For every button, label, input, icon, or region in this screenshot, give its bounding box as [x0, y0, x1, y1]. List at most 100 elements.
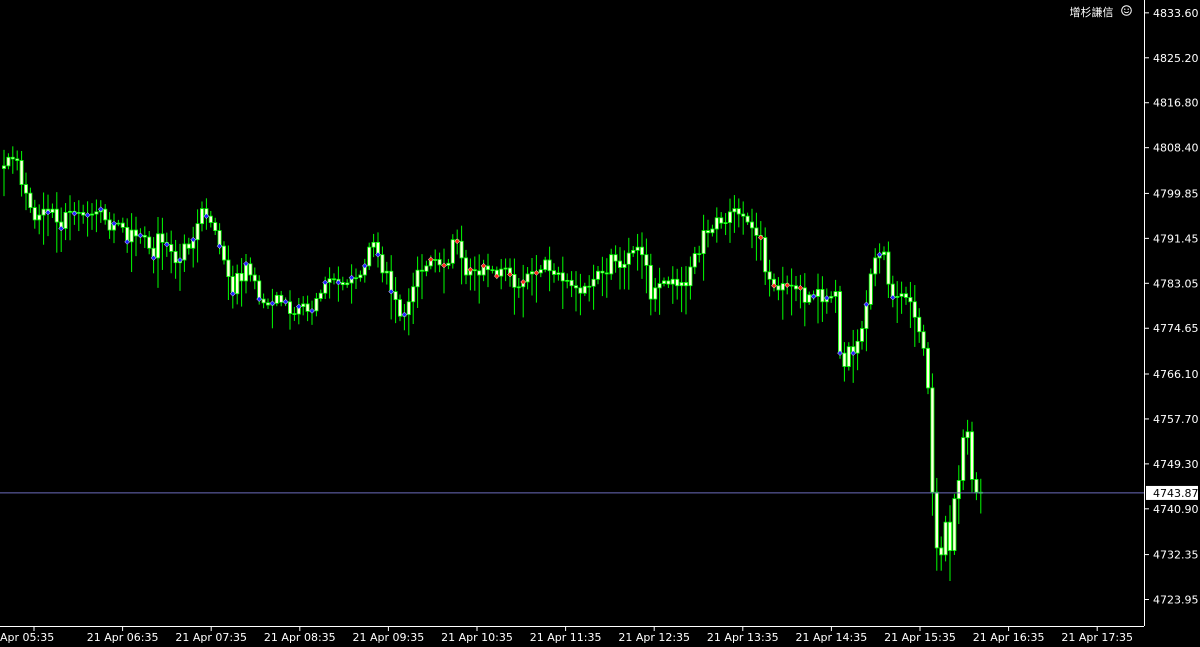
candle-body	[657, 283, 662, 289]
candle-body	[864, 304, 869, 329]
candle-body	[776, 285, 781, 291]
price-tick-label: 4757.70	[1153, 413, 1199, 426]
candle-body	[675, 278, 680, 287]
candle-body	[512, 274, 517, 288]
candle-body	[596, 270, 601, 280]
candle-body	[6, 156, 11, 167]
price-tick-label: 4723.95	[1153, 594, 1199, 607]
candle-body	[692, 253, 697, 268]
candle-body	[19, 160, 24, 185]
candle-body	[10, 156, 15, 160]
candle-body	[873, 257, 878, 275]
candle-body	[393, 291, 398, 301]
candle-body	[895, 296, 900, 298]
price-tick-label: 4740.90	[1153, 503, 1199, 516]
candle-body	[648, 264, 653, 300]
candle-body	[424, 265, 429, 272]
candle-body	[419, 269, 424, 272]
candle-body	[670, 278, 675, 285]
candle-body	[912, 301, 917, 318]
candle-body	[248, 263, 253, 276]
candle-body	[477, 270, 482, 276]
candle-body	[569, 279, 574, 287]
candle-body	[208, 215, 213, 223]
candle-body	[371, 241, 376, 248]
candle-body	[415, 269, 420, 288]
candle-body	[28, 192, 33, 208]
candle-body	[710, 228, 715, 234]
candle-body	[213, 222, 218, 232]
candle-body	[917, 316, 922, 333]
time-tick-label: 21 Apr 07:35	[175, 631, 247, 644]
candle-body	[463, 257, 468, 276]
candle-body	[943, 521, 948, 556]
signal-marker	[797, 284, 804, 291]
candle-body	[934, 491, 939, 549]
candle-body	[2, 165, 7, 169]
candle-body	[886, 251, 891, 285]
candle-body	[613, 254, 618, 262]
candle-body	[41, 208, 46, 216]
candle-body	[503, 267, 508, 270]
candle-body	[970, 431, 975, 480]
candle-body	[340, 282, 345, 286]
candle-body	[182, 243, 187, 261]
candle-body	[226, 259, 231, 278]
candle-body	[556, 272, 561, 275]
candle-body	[147, 236, 152, 249]
candle-body	[582, 285, 587, 294]
signal-marker	[137, 232, 144, 239]
candle-body	[719, 217, 724, 224]
candle-body	[367, 246, 372, 267]
candle-body	[397, 299, 402, 317]
candle-body	[433, 259, 438, 261]
candle-body	[530, 271, 535, 275]
time-tick-label: 21 Apr 15:35	[884, 631, 956, 644]
candle-body	[578, 287, 583, 294]
candle-body	[318, 292, 323, 299]
candle-body	[560, 272, 565, 282]
candle-body	[116, 222, 121, 225]
candle-body	[301, 303, 306, 307]
candle-body	[261, 298, 266, 304]
candle-body	[90, 213, 95, 216]
watermark-text: 增杉謙信	[1069, 6, 1114, 19]
price-tick-label: 4766.10	[1153, 368, 1199, 381]
candle-body	[644, 254, 649, 266]
candle-body	[855, 340, 860, 354]
candle-body	[446, 262, 451, 266]
time-tick-label: 21 Apr 09:35	[353, 631, 425, 644]
candle-body	[450, 239, 455, 264]
candle-body	[833, 291, 838, 297]
time-tick-label: 21 Apr 16:35	[973, 631, 1045, 644]
candle-body	[327, 278, 332, 283]
price-chart[interactable]: 4833.60 4825.20 4816.80 4808.40 4799.85 4791.…	[0, 0, 1200, 647]
candle-body	[50, 208, 55, 213]
candle-body	[574, 285, 579, 289]
candle-body	[587, 285, 592, 288]
candle-body	[499, 268, 504, 277]
price-tick-label: 4833.60	[1153, 7, 1199, 20]
candle-body	[763, 237, 768, 273]
candle-body	[103, 208, 108, 221]
candle-body	[767, 271, 772, 280]
candle-body	[974, 478, 979, 493]
smile-icon	[1121, 5, 1132, 16]
signal-marker	[309, 308, 315, 314]
time-tick-label: 21 Apr 10:35	[441, 631, 513, 644]
candle-body	[706, 230, 711, 234]
candle-body	[714, 217, 719, 230]
candle-body	[697, 253, 702, 256]
candle-body	[472, 269, 477, 272]
candle-body	[358, 274, 363, 279]
candle-body	[930, 387, 935, 493]
signal-marker	[533, 270, 540, 276]
candle-body	[684, 282, 689, 287]
candle-body	[547, 259, 552, 272]
candle-body	[142, 235, 147, 238]
candle-body	[274, 294, 279, 304]
signal-marker	[282, 298, 289, 305]
candle-body	[829, 296, 834, 299]
time-tick-label: 21 Apr 06:35	[87, 631, 159, 644]
candle-body	[948, 521, 953, 551]
